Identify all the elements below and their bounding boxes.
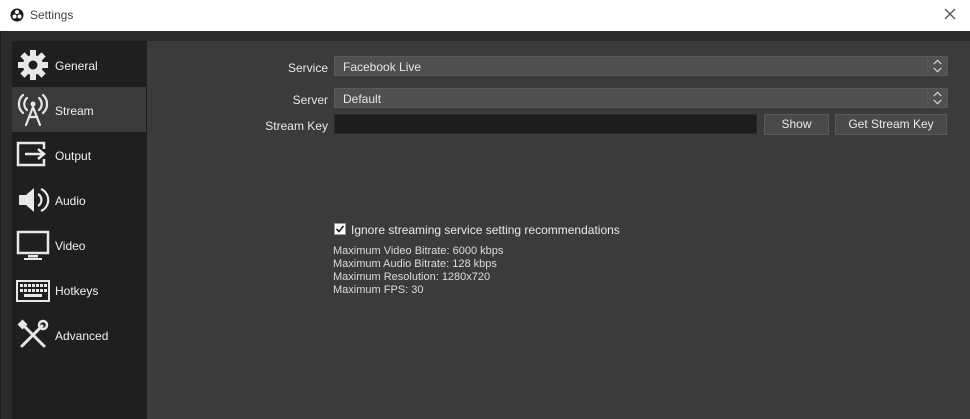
sidebar-item-label: General — [55, 59, 98, 73]
stream-key-label: Stream Key — [265, 119, 328, 133]
max-resolution-text: Maximum Resolution: 1280x720 — [333, 271, 491, 283]
sidebar-item-stream[interactable]: Stream — [12, 87, 146, 132]
sidebar-item-label: Output — [55, 149, 92, 163]
sidebar-item-advanced[interactable]: Advanced — [12, 312, 146, 357]
sidebar-item-label: Hotkeys — [55, 284, 99, 298]
speaker-icon — [19, 187, 50, 213]
ignore-recommendations-label[interactable]: Ignore streaming service setting recomme… — [351, 223, 620, 237]
sidebar-item-output[interactable]: Output — [12, 132, 146, 177]
monitor-icon — [16, 230, 50, 260]
server-label: Server — [292, 93, 328, 107]
service-label: Service — [287, 61, 328, 75]
sidebar-item-general[interactable]: General — [12, 42, 146, 87]
window-title: Settings — [30, 8, 74, 22]
service-select-value: Facebook Live — [343, 60, 422, 74]
max-audio-bitrate-text: Maximum Audio Bitrate: 128 kbps — [333, 258, 497, 270]
sidebar-item-label: Advanced — [55, 329, 109, 343]
service-select[interactable]: Facebook Live — [334, 56, 948, 76]
sidebar-item-label: Stream — [55, 104, 94, 118]
checkmark-icon — [335, 225, 345, 233]
settings-sidebar: General Stream Output Audio Video Hotkey… — [12, 41, 147, 419]
ignore-recommendations-checkbox[interactable] — [334, 223, 346, 235]
sidebar-item-label: Video — [55, 239, 86, 253]
settings-body: General Stream Output Audio Video Hotkey… — [0, 31, 970, 419]
tools-icon — [17, 319, 49, 348]
server-select-value: Default — [343, 92, 382, 106]
max-video-bitrate-text: Maximum Video Bitrate: 6000 kbps — [333, 245, 504, 257]
title-bar: Settings — [0, 0, 970, 31]
output-icon — [16, 141, 48, 167]
sidebar-item-hotkeys[interactable]: Hotkeys — [12, 267, 146, 312]
gear-icon — [18, 50, 48, 80]
get-stream-key-button[interactable]: Get Stream Key — [835, 114, 947, 135]
stream-key-input[interactable] — [334, 114, 757, 134]
sidebar-item-label: Audio — [55, 194, 86, 208]
close-icon[interactable] — [942, 6, 958, 22]
keyboard-icon — [16, 280, 50, 302]
updown-arrows-icon — [927, 57, 942, 75]
broadcast-icon — [17, 93, 49, 127]
show-key-button[interactable]: Show — [764, 114, 829, 135]
max-fps-text: Maximum FPS: 30 — [333, 284, 424, 296]
sidebar-item-audio[interactable]: Audio — [12, 177, 146, 222]
obs-logo-icon — [10, 8, 24, 22]
server-select[interactable]: Default — [334, 88, 948, 108]
updown-arrows-icon — [927, 89, 942, 107]
sidebar-item-video[interactable]: Video — [12, 222, 146, 267]
stream-settings-panel: Service Facebook Live Server Default Str… — [147, 41, 970, 419]
